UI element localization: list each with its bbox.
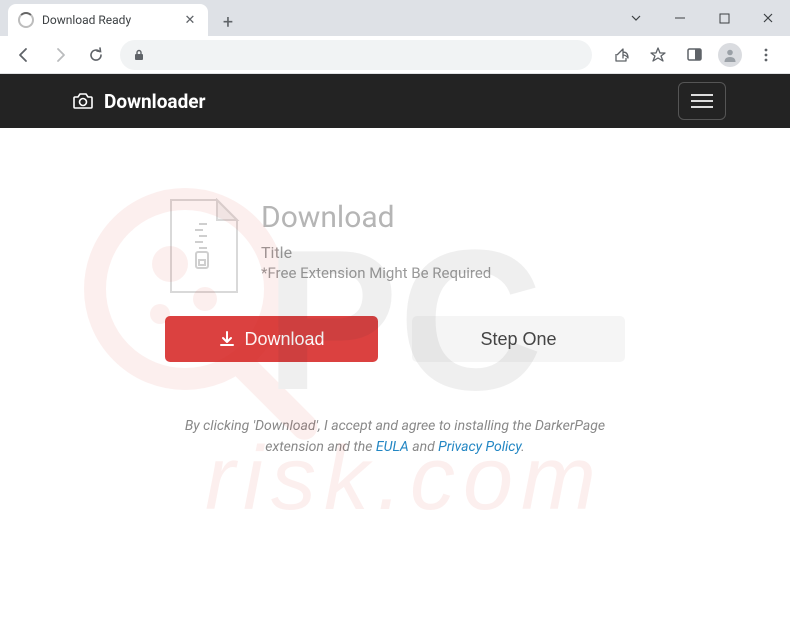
disclaimer-text: By clicking 'Download', I accept and agr… [155, 416, 635, 458]
browser-titlebar: Download Ready ✕ + [0, 0, 790, 36]
avatar-icon [718, 43, 742, 67]
download-subtitle: Title [261, 243, 625, 262]
window-controls [614, 0, 790, 36]
main-content: Download Title *Free Extension Might Be … [0, 128, 790, 644]
window-maximize-button[interactable] [702, 3, 746, 33]
forward-button[interactable] [44, 39, 76, 71]
back-button[interactable] [8, 39, 40, 71]
browser-toolbar [0, 36, 790, 74]
download-button[interactable]: Download [165, 316, 378, 362]
browser-tab[interactable]: Download Ready ✕ [8, 4, 208, 36]
side-panel-button[interactable] [678, 39, 710, 71]
reload-button[interactable] [80, 39, 112, 71]
page-viewport: PC risk.com Downloader [0, 74, 790, 644]
tab-close-button[interactable]: ✕ [182, 12, 198, 28]
zip-file-icon [165, 198, 243, 296]
step-one-button[interactable]: Step One [412, 316, 625, 362]
brand[interactable]: Downloader [72, 90, 206, 113]
window-close-button[interactable] [746, 3, 790, 33]
eula-link[interactable]: EULA [376, 439, 409, 455]
privacy-policy-link[interactable]: Privacy Policy [438, 439, 521, 455]
window-dropdown-button[interactable] [614, 3, 658, 33]
step-one-label: Step One [480, 329, 556, 350]
lock-icon [132, 48, 146, 62]
camera-icon [72, 90, 94, 112]
loading-favicon-icon [18, 12, 34, 28]
download-note: *Free Extension Might Be Required [261, 264, 625, 282]
new-tab-button[interactable]: + [214, 8, 242, 36]
profile-button[interactable] [714, 39, 746, 71]
address-bar[interactable] [120, 40, 592, 70]
brand-label: Downloader [104, 90, 206, 113]
navbar-toggle-button[interactable] [678, 82, 726, 120]
bookmark-button[interactable] [642, 39, 674, 71]
tab-title: Download Ready [42, 13, 174, 27]
download-icon [218, 330, 236, 348]
download-card: Download Title *Free Extension Might Be … [165, 198, 625, 362]
menu-button[interactable] [750, 39, 782, 71]
share-button[interactable] [606, 39, 638, 71]
hamburger-icon [691, 94, 713, 96]
site-navbar: Downloader [0, 74, 790, 128]
window-minimize-button[interactable] [658, 3, 702, 33]
download-button-label: Download [244, 329, 324, 350]
download-heading: Download [261, 200, 625, 235]
